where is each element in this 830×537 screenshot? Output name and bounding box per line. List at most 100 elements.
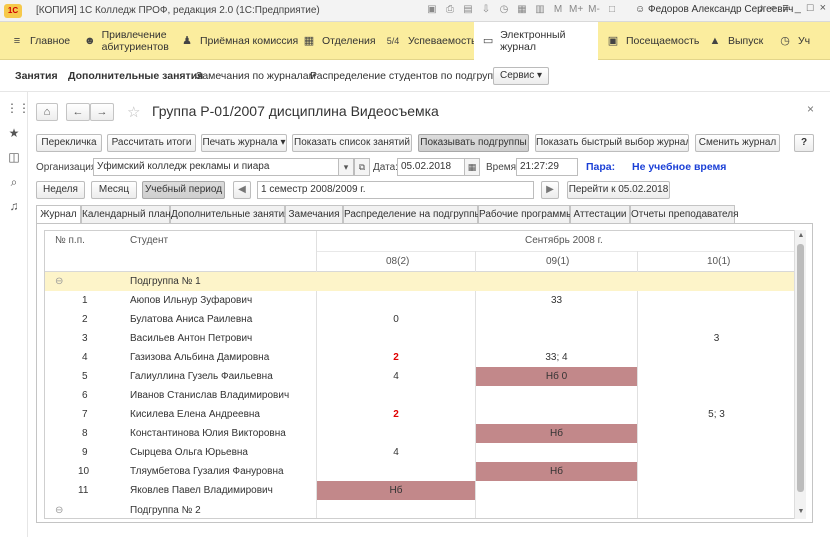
period-week-button[interactable]: Неделя: [36, 181, 85, 199]
section-ejournal[interactable]: ▭ Электронный журнал: [474, 22, 598, 60]
goto-date-button[interactable]: Перейти к 05.02.2018: [567, 181, 670, 199]
period-field[interactable]: 1 семестр 2008/2009 г.: [257, 181, 534, 199]
scroll-up-icon[interactable]: ▲: [795, 230, 807, 242]
section-main[interactable]: ≡ Главное: [10, 22, 70, 60]
table-row[interactable]: 2 Булатова Аниса Раилевна 0: [45, 310, 795, 329]
favorite-star-icon[interactable]: ☆: [127, 103, 140, 121]
search-icon[interactable]: ⌕: [6, 174, 22, 190]
minimize-icon[interactable]: _: [795, 2, 801, 15]
search-icon[interactable]: ⌕: [770, 2, 776, 15]
journal-grid[interactable]: № п.п. Студент Сентябрь 2008 г. 08(2) 09…: [44, 230, 806, 519]
memory-icon[interactable]: M: [551, 3, 565, 17]
collapse-icon[interactable]: ⊖: [55, 272, 63, 291]
col-header-day3[interactable]: 10(1): [707, 256, 730, 267]
print-journal-button[interactable]: Печать журнала ▾: [201, 134, 287, 152]
table-row[interactable]: 1 Аюпов Ильнур Зуфарович 33: [45, 291, 795, 310]
mark-day1[interactable]: [317, 291, 475, 310]
section-attendance[interactable]: ▣ Посещаемость: [606, 22, 700, 60]
memory-minus-icon[interactable]: M-: [587, 3, 601, 17]
func-lessons[interactable]: Занятия: [15, 70, 58, 82]
mark-day2[interactable]: [476, 443, 637, 462]
tab-remarks[interactable]: Замечания: [285, 205, 343, 223]
mark-day2[interactable]: [476, 310, 637, 329]
back-button[interactable]: ←: [66, 103, 90, 121]
period-month-button[interactable]: Месяц: [91, 181, 137, 199]
section-more[interactable]: ◷ Уч: [778, 22, 810, 60]
mark-day3[interactable]: [638, 310, 795, 329]
mark-day3[interactable]: [638, 481, 795, 500]
mark-day3[interactable]: [638, 443, 795, 462]
show-subgroups-button[interactable]: Показывать подгруппы: [418, 134, 529, 152]
tab-teacher-reports[interactable]: Отчеты преподавателя: [630, 205, 739, 223]
section-graduation[interactable]: ▲ Выпуск: [708, 22, 764, 60]
mark-day3[interactable]: 3: [638, 329, 795, 348]
tab-journal[interactable]: Журнал: [36, 205, 81, 224]
group-row[interactable]: ⊖ Подгруппа № 1: [45, 272, 795, 291]
section-progress[interactable]: 5/4 Успеваемость: [384, 22, 477, 60]
tab-subgroups[interactable]: Распределение на подгруппы: [343, 205, 482, 223]
col-header-num[interactable]: № п.п.: [55, 235, 85, 246]
calc-totals-button[interactable]: Рассчитать итоги: [107, 134, 196, 152]
mark-day1[interactable]: [317, 329, 475, 348]
preview-icon[interactable]: ▤: [461, 3, 475, 17]
org-dropdown-button[interactable]: ▾: [338, 158, 354, 176]
table-row[interactable]: 11 Яковлев Павел Владимирович Нб: [45, 481, 795, 500]
mark-day2[interactable]: [476, 405, 637, 424]
func-subgroups[interactable]: Распределение студентов по подгруппам: [310, 70, 512, 82]
section-departments[interactable]: ▦ Отделения: [302, 22, 376, 60]
period-prev-button[interactable]: ◀: [233, 181, 251, 199]
table-row[interactable]: 9 Сырцева Ольга Юрьевна 4: [45, 443, 795, 462]
section-admission[interactable]: ♟ Приёмная комиссия: [180, 22, 298, 60]
time-field[interactable]: 21:27:29: [516, 158, 578, 176]
scroll-thumb[interactable]: [797, 244, 804, 492]
mark-day2[interactable]: [476, 386, 637, 405]
table-row[interactable]: 10 Тляумбетова Гузалия Фануровна Нб: [45, 462, 795, 481]
tab-calendar-plan[interactable]: Календарный план: [81, 205, 171, 223]
calc-icon[interactable]: ▦: [515, 3, 529, 17]
change-journal-button[interactable]: Сменить журнал: [695, 134, 780, 152]
table-row[interactable]: 4 Газизова Альбина Дамировна 2 33; 4: [45, 348, 795, 367]
apps-grid-icon[interactable]: ⋮⋮: [6, 100, 30, 116]
show-lessons-button[interactable]: Показать список занятий: [292, 134, 412, 152]
app-logo-icon[interactable]: 1С: [4, 3, 22, 18]
help-button[interactable]: ?: [794, 134, 814, 152]
mark-day2[interactable]: [476, 481, 637, 500]
mark-day3[interactable]: [638, 462, 795, 481]
maximize-icon[interactable]: □: [807, 2, 814, 15]
bell-icon[interactable]: ♪: [759, 2, 765, 15]
tab-extra-lessons[interactable]: Дополнительные занятия: [170, 205, 290, 223]
mark-day1[interactable]: Нб: [317, 481, 475, 500]
forward-button[interactable]: →: [90, 103, 114, 121]
table-row[interactable]: 5 Галиуллина Гузель Фаильевна 4 Нб 0: [45, 367, 795, 386]
mark-day1[interactable]: 2: [317, 348, 475, 367]
save-icon[interactable]: ▣: [425, 3, 439, 17]
home-button[interactable]: ⌂: [36, 103, 58, 121]
date-field[interactable]: 05.02.2018: [397, 158, 465, 176]
collapse-icon[interactable]: ⊖: [55, 501, 63, 518]
mark-day2[interactable]: [476, 329, 637, 348]
mark-day3[interactable]: [638, 291, 795, 310]
menu-icon[interactable]: ≡: [782, 2, 788, 15]
mark-day1[interactable]: [317, 424, 475, 443]
favorites-star-icon[interactable]: ★: [6, 125, 22, 141]
window-icon[interactable]: □: [605, 3, 619, 17]
memory-plus-icon[interactable]: M+: [569, 3, 583, 17]
mark-day1[interactable]: 4: [317, 443, 475, 462]
mark-day1[interactable]: 0: [317, 310, 475, 329]
service-menu-button[interactable]: Сервис ▾: [493, 67, 549, 85]
mark-day2[interactable]: Нб: [476, 424, 637, 443]
rollcall-button[interactable]: Перекличка: [36, 134, 102, 152]
mark-day1[interactable]: 4: [317, 367, 475, 386]
mark-day1[interactable]: [317, 386, 475, 405]
mark-day2[interactable]: 33: [476, 291, 637, 310]
mark-day1[interactable]: 2: [317, 405, 475, 424]
mark-day3[interactable]: [638, 348, 795, 367]
org-open-button[interactable]: ⧉: [354, 158, 370, 176]
col-header-day1[interactable]: 08(2): [386, 256, 409, 267]
print-icon[interactable]: ⎙: [443, 3, 457, 17]
mark-day3[interactable]: [638, 367, 795, 386]
table-row[interactable]: 6 Иванов Станислав Владимирович: [45, 386, 795, 405]
close-form-icon[interactable]: ×: [807, 102, 814, 116]
period-study-button[interactable]: Учебный период: [142, 181, 225, 199]
table-row[interactable]: 8 Константинова Юлия Викторовна Нб: [45, 424, 795, 443]
